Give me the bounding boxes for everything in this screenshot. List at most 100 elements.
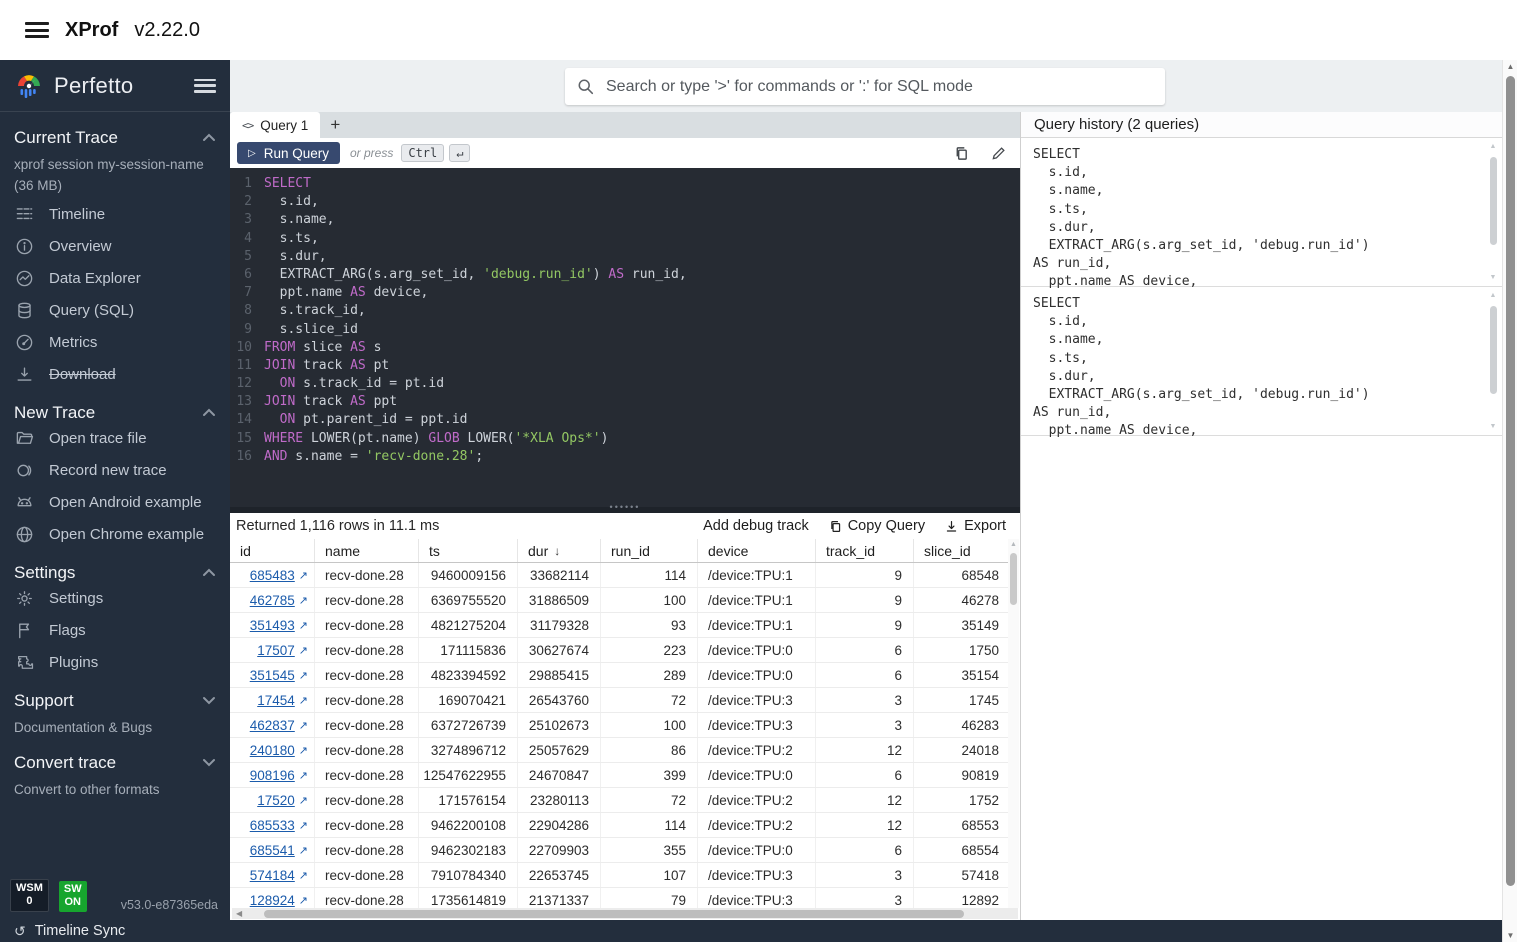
run-query-button[interactable]: ▷ Run Query	[237, 142, 340, 164]
cell-id[interactable]: 240180↗	[230, 738, 314, 762]
editor-line[interactable]: 13JOIN track AS ppt	[230, 393, 1020, 411]
column-header-slice_id[interactable]: slice_id	[913, 539, 1010, 562]
scrollbar-thumb[interactable]	[264, 910, 964, 918]
sidebar-item-download[interactable]: Download	[14, 359, 216, 391]
column-header-id[interactable]: id	[230, 539, 314, 562]
table-vertical-scrollbar[interactable]: ▲	[1008, 539, 1019, 908]
section-header-new-trace[interactable]: New Trace	[14, 403, 216, 423]
editor-line[interactable]: 9 s.slice_id	[230, 321, 1020, 339]
scrollbar-thumb[interactable]	[1490, 157, 1497, 245]
sidebar-item-open-chrome-example[interactable]: Open Chrome example	[14, 519, 216, 551]
entry-scrollbar[interactable]: ▲▼	[1488, 292, 1498, 430]
editor-line[interactable]: 15WHERE LOWER(pt.name) GLOB LOWER('*XLA …	[230, 430, 1020, 448]
slice-id-link[interactable]: 685541	[250, 843, 295, 858]
slice-id-link[interactable]: 17520	[257, 793, 295, 808]
cell-id[interactable]: 462837↗	[230, 713, 314, 737]
scroll-down-arrow-icon[interactable]: ▼	[1488, 274, 1498, 281]
editor-line[interactable]: 10FROM slice AS s	[230, 339, 1020, 357]
sidebar-item-settings[interactable]: Settings	[14, 583, 216, 615]
scroll-up-arrow-icon[interactable]: ▲	[1503, 62, 1517, 71]
cell-id[interactable]: 351493↗	[230, 613, 314, 637]
slice-id-link[interactable]: 17507	[257, 643, 295, 658]
column-header-track_id[interactable]: track_id	[815, 539, 913, 562]
section-header-convert-trace[interactable]: Convert trace	[14, 753, 216, 773]
slice-id-link[interactable]: 685483	[250, 568, 295, 583]
slice-id-link[interactable]: 240180	[250, 743, 295, 758]
sidebar-item-flags[interactable]: Flags	[14, 615, 216, 647]
cell-id[interactable]: 351545↗	[230, 663, 314, 687]
search-box[interactable]	[565, 68, 1165, 105]
section-header-support[interactable]: Support	[14, 691, 216, 711]
export-button[interactable]: Export	[945, 518, 1006, 534]
sidebar-item-query-sql[interactable]: Query (SQL)	[14, 295, 216, 327]
column-header-device[interactable]: device	[697, 539, 815, 562]
tab-query-1[interactable]: <> Query 1	[230, 112, 320, 138]
editor-line[interactable]: 4 s.ts,	[230, 230, 1020, 248]
column-header-dur[interactable]: dur↓	[517, 539, 600, 562]
sidebar-item-open-android-example[interactable]: Open Android example	[14, 487, 216, 519]
slice-id-link[interactable]: 128924	[250, 893, 295, 908]
sidebar-item-plugins[interactable]: Plugins	[14, 647, 216, 679]
sidebar-item-open-trace-file[interactable]: Open trace file	[14, 423, 216, 455]
editor-line[interactable]: 2 s.id,	[230, 193, 1020, 211]
sidebar-menu-icon[interactable]	[194, 79, 216, 93]
new-query-tab-button[interactable]: +	[320, 112, 350, 138]
omnibox-search-input[interactable]	[606, 78, 1153, 96]
app-menu-icon[interactable]	[25, 22, 49, 38]
sidebar-item-record-new-trace[interactable]: Record new trace	[14, 455, 216, 487]
editor-line[interactable]: 7 ppt.name AS device,	[230, 284, 1020, 302]
scrollbar-thumb[interactable]	[1490, 306, 1497, 394]
editor-line[interactable]: 14 ON pt.parent_id = ppt.id	[230, 411, 1020, 429]
editor-line[interactable]: 11JOIN track AS pt	[230, 357, 1020, 375]
cell-id[interactable]: 462785↗	[230, 588, 314, 612]
page-vertical-scrollbar[interactable]: ▲ ▼	[1502, 60, 1517, 942]
slice-id-link[interactable]: 17454	[257, 693, 295, 708]
cell-id[interactable]: 908196↗	[230, 763, 314, 787]
section-header-current-trace[interactable]: Current Trace	[14, 128, 216, 148]
query-history-entry[interactable]: SELECT s.id, s.name, s.ts, s.dur, EXTRAC…	[1021, 138, 1502, 287]
edit-pencil-icon[interactable]	[991, 146, 1006, 161]
cell-id[interactable]: 17520↗	[230, 788, 314, 812]
cell-id[interactable]: 17507↗	[230, 638, 314, 662]
copy-query-button[interactable]: Copy Query	[829, 518, 925, 534]
section-header-settings[interactable]: Settings	[14, 563, 216, 583]
scrollbar-thumb[interactable]	[1506, 76, 1515, 886]
slice-id-link[interactable]: 462837	[250, 718, 295, 733]
scroll-down-arrow-icon[interactable]: ▼	[1488, 423, 1498, 430]
scrollbar-thumb[interactable]	[1010, 553, 1017, 605]
column-header-ts[interactable]: ts	[418, 539, 517, 562]
editor-line[interactable]: 12 ON s.track_id = pt.id	[230, 375, 1020, 393]
column-header-run_id[interactable]: run_id	[600, 539, 697, 562]
slice-id-link[interactable]: 351493	[250, 618, 295, 633]
slice-id-link[interactable]: 351545	[250, 668, 295, 683]
sidebar-item-data-explorer[interactable]: Data Explorer	[14, 263, 216, 295]
sql-editor[interactable]: 1SELECT2 s.id,3 s.name,4 s.ts,5 s.dur,6 …	[230, 168, 1020, 507]
column-header-name[interactable]: name	[314, 539, 418, 562]
timeline-sync-label[interactable]: Timeline Sync	[35, 923, 126, 939]
editor-line[interactable]: 5 s.dur,	[230, 248, 1020, 266]
scroll-up-arrow-icon[interactable]: ▲	[1488, 292, 1498, 299]
entry-scrollbar[interactable]: ▲▼	[1488, 143, 1498, 281]
cell-id[interactable]: 685483↗	[230, 563, 314, 587]
slice-id-link[interactable]: 462785	[250, 593, 295, 608]
editor-line[interactable]: 3 s.name,	[230, 211, 1020, 229]
editor-line[interactable]: 6 EXTRACT_ARG(s.arg_set_id, 'debug.run_i…	[230, 266, 1020, 284]
scroll-up-arrow-icon[interactable]: ▲	[1488, 143, 1498, 150]
cell-id[interactable]: 685533↗	[230, 813, 314, 837]
results-table-header[interactable]: idnametsdur↓run_iddevicetrack_idslice_id	[230, 539, 1010, 563]
add-debug-track-button[interactable]: Add debug track	[703, 518, 809, 534]
sidebar-item-timeline[interactable]: Timeline	[14, 199, 216, 231]
slice-id-link[interactable]: 908196	[250, 768, 295, 783]
editor-line[interactable]: 16AND s.name = 'recv-done.28';	[230, 448, 1020, 466]
cell-id[interactable]: 574184↗	[230, 863, 314, 887]
cell-id[interactable]: 128924↗	[230, 888, 314, 908]
table-horizontal-scrollbar[interactable]: ◀	[232, 908, 1018, 919]
scroll-left-arrow-icon[interactable]: ◀	[232, 909, 246, 918]
scroll-up-arrow-icon[interactable]: ▲	[1008, 541, 1019, 548]
slice-id-link[interactable]: 574184	[250, 868, 295, 883]
sidebar-item-metrics[interactable]: Metrics	[14, 327, 216, 359]
scroll-down-arrow-icon[interactable]: ▼	[1503, 931, 1517, 940]
timeline-sync-icon[interactable]: ↺	[14, 923, 26, 940]
copy-icon[interactable]	[954, 146, 969, 161]
query-history-entry[interactable]: SELECT s.id, s.name, s.ts, s.dur, EXTRAC…	[1021, 287, 1502, 436]
